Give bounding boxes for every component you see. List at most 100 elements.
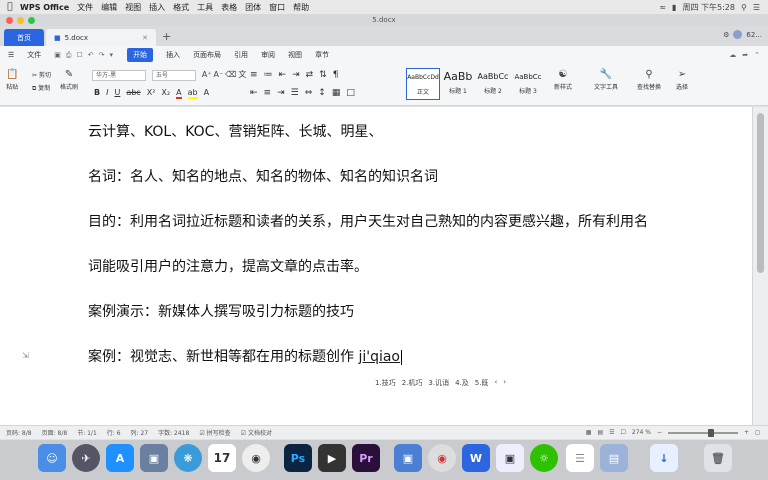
menu-window[interactable]: 窗口	[269, 2, 285, 13]
wifi-icon[interactable]: ≈	[659, 3, 666, 12]
tab-home[interactable]: 首页	[4, 29, 44, 46]
calendar-icon[interactable]: 17	[208, 444, 236, 472]
text-tools-button[interactable]: 🔧 文字工具	[594, 69, 618, 91]
font-name-select[interactable]: 华方-黑	[92, 70, 146, 81]
document-canvas[interactable]: 云计算、KOL、KOC、营销矩阵、长城、明星、 名词：名人、知名的地点、知名的物…	[0, 107, 752, 425]
scrollbar-thumb[interactable]	[757, 113, 764, 273]
shrink-font-icon[interactable]: A⁻	[213, 70, 223, 79]
style-normal[interactable]: AaBbCcDd 正文	[406, 68, 440, 100]
menu-tools[interactable]: 工具	[197, 2, 213, 13]
spell-check-toggle[interactable]: ☑ 拼写检查	[199, 428, 230, 437]
keynote-icon[interactable]: ▣	[394, 444, 422, 472]
bold-icon[interactable]: B	[94, 88, 100, 99]
ribbon-tab-review[interactable]: 审阅	[261, 50, 275, 60]
numbering-icon[interactable]: ≔	[264, 70, 273, 80]
save-icon[interactable]: ▣	[54, 51, 61, 60]
menu-format[interactable]: 格式	[173, 2, 189, 13]
tab-document[interactable]: ■ 5.docx ✕	[46, 29, 156, 46]
ime-prev-icon[interactable]: ‹	[494, 378, 497, 388]
finder-icon[interactable]: ☺	[38, 444, 66, 472]
highlight-icon[interactable]: ab	[187, 88, 198, 99]
ribbon-tab-insert[interactable]: 插入	[166, 50, 180, 60]
collapse-ribbon-icon[interactable]: ⌃	[754, 51, 760, 59]
wps-icon[interactable]: W	[462, 444, 490, 472]
settings-icon[interactable]: ⚙	[723, 31, 729, 39]
subscript-icon[interactable]: X₂	[161, 88, 170, 99]
trash-icon[interactable]: 🗑	[704, 444, 732, 472]
zoom-slider-thumb[interactable]	[707, 428, 714, 437]
ribbon-file[interactable]: 文件	[27, 50, 41, 60]
apple-menu-icon[interactable]: 	[0, 2, 20, 12]
menu-help[interactable]: 帮助	[293, 2, 309, 13]
ime-candidate[interactable]: 3.讥诮	[428, 378, 449, 388]
share-icon[interactable]: ➦	[742, 51, 748, 59]
ime-candidate[interactable]: 4.及	[455, 378, 469, 388]
chrome-2-icon[interactable]: ◉	[428, 444, 456, 472]
paragraph-4[interactable]: 词能吸引用户的注意力，提高文章的点击率。	[88, 256, 368, 276]
ime-candidate[interactable]: 2.机巧	[402, 378, 423, 388]
paragraph-5[interactable]: 案例演示：新媒体人撰写吸引力标题的技巧	[88, 301, 354, 321]
ime-candidate[interactable]: 5.既	[475, 378, 489, 388]
doc-check-toggle[interactable]: ☑ 文档校对	[241, 428, 272, 437]
search-icon[interactable]: ⚲	[741, 3, 747, 12]
style-heading1[interactable]: AaBb 标题 1	[441, 68, 475, 100]
menubar-clock[interactable]: 周四 下午5:28	[682, 2, 735, 13]
avatar[interactable]	[733, 30, 743, 39]
redo-icon[interactable]: ↷	[99, 51, 105, 60]
preview-icon[interactable]: ☐	[77, 51, 83, 60]
ime-next-icon[interactable]: ›	[503, 378, 506, 388]
wechat-icon[interactable]: ☼	[530, 444, 558, 472]
style-heading3[interactable]: AaBbCc 标题 3	[511, 68, 545, 100]
paragraph-3[interactable]: 目的：利用名词拉近标题和读者的关系，用户天生对自己熟知的内容更感兴趣，所有利用名	[88, 211, 648, 231]
outdent-icon[interactable]: ⇤	[279, 70, 287, 80]
align-right-icon[interactable]: ⇥	[277, 88, 285, 98]
app-menu[interactable]: WPS Office	[20, 3, 69, 12]
ime-candidate[interactable]: 1.技巧	[375, 378, 396, 388]
sort-icon[interactable]: ⇅	[319, 70, 327, 80]
superscript-icon[interactable]: X²	[147, 88, 156, 99]
photoshop-icon[interactable]: Ps	[284, 444, 312, 472]
user-name[interactable]: 62...	[746, 31, 762, 39]
find-replace-button[interactable]: ⚲ 查找替换	[637, 69, 661, 91]
paste-button[interactable]: 📋 粘贴	[6, 69, 18, 91]
clear-format-icon[interactable]: ⌫	[225, 70, 236, 79]
screenflow-icon[interactable]: ▶	[318, 444, 346, 472]
more-icon[interactable]: ▾	[110, 51, 114, 60]
borders-icon[interactable]: □	[346, 88, 355, 98]
zoom-level[interactable]: 274 %	[632, 429, 651, 436]
line-spacing-icon[interactable]: ↕	[318, 88, 326, 98]
font-color-icon[interactable]: A	[176, 88, 182, 99]
view-web-icon[interactable]: ▤	[597, 429, 603, 436]
font-size-select[interactable]: 五号	[151, 70, 196, 81]
print-icon[interactable]: ⎙	[66, 51, 72, 60]
menu-icon[interactable]: ☰	[8, 51, 14, 59]
close-tab-icon[interactable]: ✕	[142, 34, 148, 42]
underline-icon[interactable]: U	[114, 88, 120, 99]
shading-icon[interactable]: ▦	[332, 88, 341, 98]
ribbon-tab-reference[interactable]: 引用	[234, 50, 248, 60]
strikethrough-icon[interactable]: abc	[126, 88, 140, 99]
indent-icon[interactable]: ⇥	[292, 70, 300, 80]
show-marks-icon[interactable]: ¶	[333, 70, 339, 80]
paragraph-1[interactable]: 云计算、KOL、KOC、营销矩阵、长城、明星、	[88, 121, 382, 141]
chrome-icon[interactable]: ◉	[242, 444, 270, 472]
folder-icon[interactable]: ▤	[600, 444, 628, 472]
zoom-in-icon[interactable]: +	[744, 429, 749, 436]
new-tab-button[interactable]: +	[162, 30, 171, 43]
menu-view[interactable]: 视图	[125, 2, 141, 13]
style-heading2[interactable]: AaBbCc 标题 2	[476, 68, 510, 100]
premiere-icon[interactable]: Pr	[352, 444, 380, 472]
char-shading-icon[interactable]: A	[204, 88, 209, 99]
distributed-icon[interactable]: ⇔	[305, 88, 313, 98]
preview-icon[interactable]: ▣	[140, 444, 168, 472]
cut-button[interactable]: ✂ 剪切	[32, 70, 51, 79]
safari-icon[interactable]: ❋	[174, 444, 202, 472]
cloud-icon[interactable]: ☁	[729, 51, 736, 59]
notes-icon[interactable]: ☰	[566, 444, 594, 472]
menu-insert[interactable]: 插入	[149, 2, 165, 13]
zoom-out-icon[interactable]: −	[657, 429, 662, 436]
paragraph-2[interactable]: 名词：名人、知名的地点、知名的物体、知名的知识名词	[88, 166, 438, 186]
view-outline-icon[interactable]: ☰	[609, 429, 614, 436]
close-window-button[interactable]	[6, 17, 13, 24]
chinese-layout-icon[interactable]: ⇄	[306, 70, 314, 80]
